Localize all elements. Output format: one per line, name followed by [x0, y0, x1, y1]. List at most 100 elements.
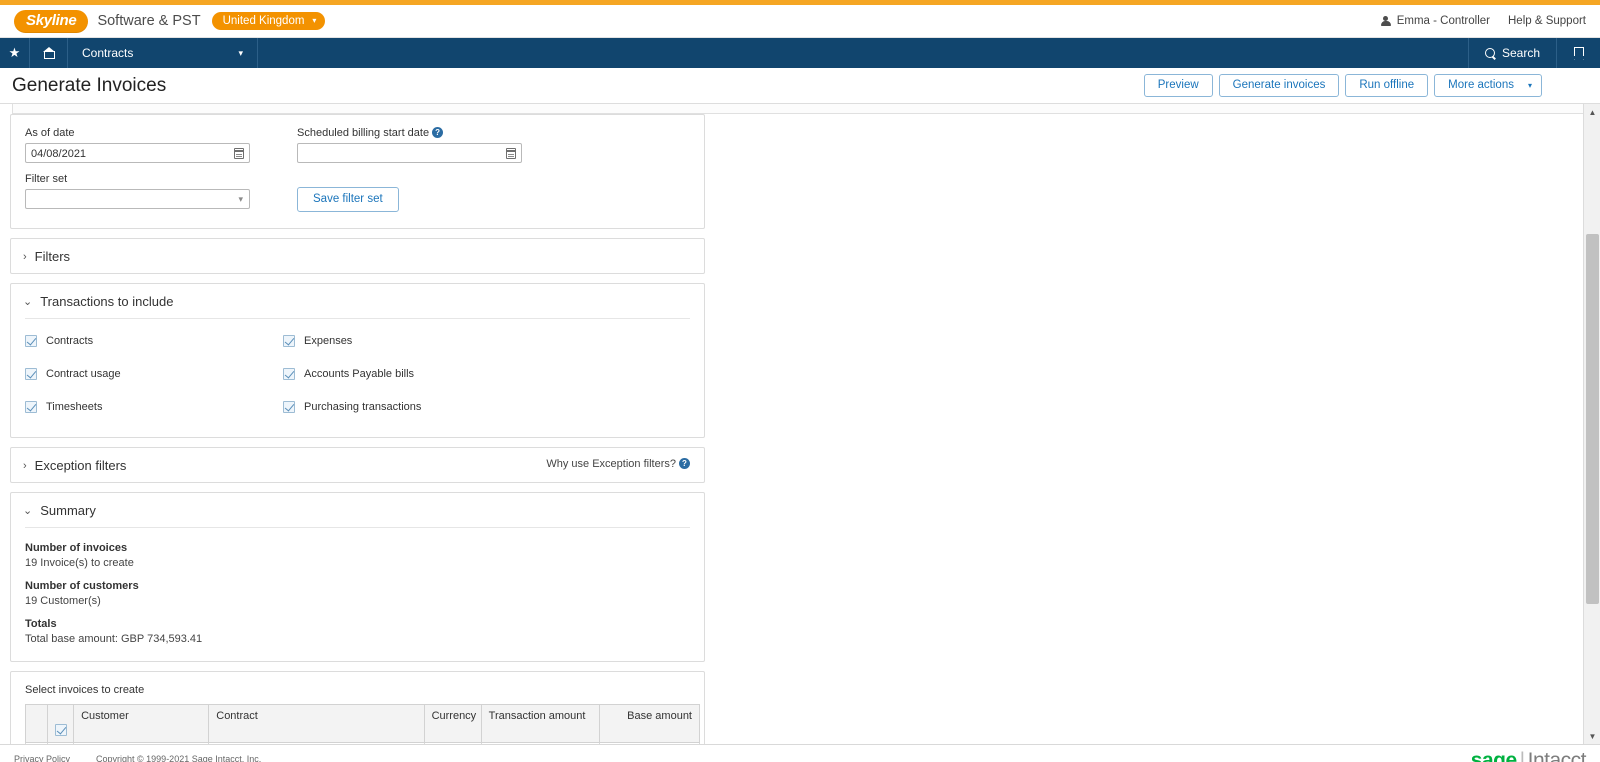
home-button[interactable]: [30, 38, 68, 68]
page-footer: Privacy Policy Copyright © 1999-2021 Sag…: [0, 744, 1600, 762]
as-of-date-input-shell[interactable]: [25, 143, 250, 163]
checkbox-label: Expenses: [304, 335, 353, 347]
scheduled-billing-input[interactable]: [298, 145, 521, 163]
search-button[interactable]: Search: [1468, 38, 1556, 68]
as-of-date-input[interactable]: [26, 145, 249, 163]
col-base-amount[interactable]: Base amount: [598, 704, 701, 743]
col-select-all: [47, 704, 75, 743]
page-body: As of date Scheduled billing start date?: [0, 104, 1600, 744]
checkbox-icon[interactable]: [283, 401, 295, 413]
checkbox-label: Purchasing transactions: [304, 401, 422, 413]
skyline-logo[interactable]: Skyline: [14, 9, 89, 33]
star-icon: ★: [8, 45, 21, 60]
checkbox-expenses[interactable]: Expenses: [283, 335, 541, 347]
scroll-up-arrow[interactable]: ▲: [1584, 104, 1600, 120]
generate-invoices-button[interactable]: Generate invoices: [1218, 74, 1340, 97]
help-support-link[interactable]: Help & Support: [1508, 15, 1586, 27]
nav-right-group: Search: [1468, 38, 1600, 68]
col-transaction-amount[interactable]: Transaction amount: [480, 704, 600, 743]
calendar-icon[interactable]: [234, 148, 244, 159]
scheduled-billing-input-shell[interactable]: [297, 143, 522, 163]
summary-totals-label: Totals: [25, 618, 57, 630]
company-title: Software & PST: [97, 13, 201, 29]
summary-body: Number of invoices 19 Invoice(s) to crea…: [11, 528, 704, 661]
filters-section-label: Filters: [34, 249, 71, 264]
page-title: Generate Invoices: [12, 74, 167, 96]
checkbox-icon[interactable]: [25, 401, 37, 413]
calendar-icon[interactable]: [506, 148, 516, 159]
filter-set-label: Filter set: [25, 173, 68, 185]
module-selector-contracts[interactable]: Contracts ▾: [68, 38, 258, 68]
help-icon[interactable]: ?: [679, 458, 690, 469]
checkbox-timesheets[interactable]: Timesheets: [25, 401, 283, 413]
bookmark-icon: [1573, 46, 1585, 61]
summary-invoices-value: 19 Invoice(s) to create: [25, 557, 134, 569]
select-invoices-card: Select invoices to create Customer Contr…: [10, 671, 705, 744]
transactions-to-include-section: ⌄ Transactions to include Contracts Expe…: [10, 283, 705, 438]
checkbox-contracts[interactable]: Contracts: [25, 335, 283, 347]
scheduled-billing-label-text: Scheduled billing start date: [297, 127, 430, 139]
transactions-section-header[interactable]: ⌄ Transactions to include: [11, 284, 704, 318]
checkbox-accounts-payable-bills[interactable]: Accounts Payable bills: [283, 368, 541, 380]
checkbox-icon[interactable]: [25, 335, 37, 347]
scheduled-billing-field-group: Scheduled billing start date?: [297, 127, 537, 163]
entity-label: United Kingdom: [222, 15, 305, 27]
summary-customers-value: 19 Customer(s): [25, 595, 101, 607]
select-all-checkbox-icon[interactable]: [55, 724, 68, 736]
intacct-logo-text: Intacct: [1527, 749, 1587, 762]
summary-section-header[interactable]: ⌄ Summary: [11, 493, 704, 527]
checkbox-label: Accounts Payable bills: [304, 368, 415, 380]
preview-button[interactable]: Preview: [1143, 74, 1213, 97]
bookmark-button[interactable]: [1556, 38, 1600, 68]
checkbox-icon[interactable]: [25, 368, 37, 380]
exception-filters-section-header[interactable]: › Exception filters Why use Exception fi…: [11, 448, 704, 482]
date-fields-row: As of date Scheduled billing start date?: [25, 127, 690, 163]
why-use-exception-filters-text: Why use Exception filters?: [546, 458, 676, 470]
chevron-down-icon: ▾: [312, 16, 317, 25]
exception-filters-section-label: Exception filters: [34, 458, 127, 473]
module-label: Contracts: [82, 46, 134, 60]
search-icon: [1484, 47, 1496, 59]
user-name: Emma - Controller: [1396, 15, 1490, 27]
col-row-number: [24, 704, 49, 743]
filter-criteria-card: As of date Scheduled billing start date?: [10, 114, 705, 229]
filter-set-row: Filter set ▾ Save filter set: [25, 173, 690, 212]
summary-totals-value: Total base amount: GBP 734,593.41: [25, 633, 203, 645]
exception-filters-section: › Exception filters Why use Exception fi…: [10, 447, 705, 483]
save-filter-set-group: Save filter set: [297, 173, 537, 212]
col-customer[interactable]: Customer: [73, 704, 210, 743]
checkbox-contract-usage[interactable]: Contract usage: [25, 368, 283, 380]
search-label: Search: [1501, 46, 1541, 60]
checkbox-icon[interactable]: [283, 368, 295, 380]
save-filter-set-button[interactable]: Save filter set: [297, 187, 399, 212]
help-icon[interactable]: ?: [432, 127, 444, 138]
col-contract[interactable]: Contract: [208, 704, 425, 743]
favorites-button[interactable]: ★: [0, 38, 30, 68]
scroll-down-arrow[interactable]: ▼: [1584, 728, 1600, 744]
logo-separator: |: [1519, 749, 1525, 762]
scrollbar-thumb[interactable]: [1586, 234, 1599, 604]
primary-nav-bar: ★ Contracts ▾ Search: [0, 38, 1600, 68]
filters-section-header[interactable]: › Filters: [11, 239, 704, 273]
filter-set-select[interactable]: ▾: [25, 189, 250, 209]
user-menu[interactable]: Emma - Controller: [1380, 15, 1490, 27]
more-actions-button[interactable]: More actions ▾: [1434, 74, 1542, 97]
content-column: As of date Scheduled billing start date?: [0, 114, 705, 744]
run-offline-button[interactable]: Run offline: [1345, 74, 1429, 97]
col-currency[interactable]: Currency: [423, 704, 482, 743]
filters-section: › Filters: [10, 238, 705, 274]
sage-intacct-logo: sage | Intacct: [1471, 749, 1587, 762]
brand-bar: Skyline Software & PST United Kingdom ▾ …: [0, 5, 1600, 38]
checkbox-icon[interactable]: [283, 335, 295, 347]
checkbox-purchasing-transactions[interactable]: Purchasing transactions: [283, 401, 541, 413]
chevron-right-icon: ›: [23, 459, 27, 472]
privacy-policy-link[interactable]: Privacy Policy: [14, 754, 70, 762]
chevron-down-icon: ▾: [238, 194, 243, 204]
summary-customers-label: Number of customers: [25, 580, 139, 592]
page-scrollbar[interactable]: ▲ ▼: [1583, 104, 1600, 744]
why-use-exception-filters[interactable]: Why use Exception filters??: [546, 458, 690, 470]
page-header: Generate Invoices Preview Generate invoi…: [0, 68, 1600, 104]
home-icon: [42, 47, 56, 59]
entity-selector[interactable]: United Kingdom ▾: [211, 12, 326, 30]
invoices-table: Customer Contract Currency Transaction a…: [24, 704, 701, 744]
